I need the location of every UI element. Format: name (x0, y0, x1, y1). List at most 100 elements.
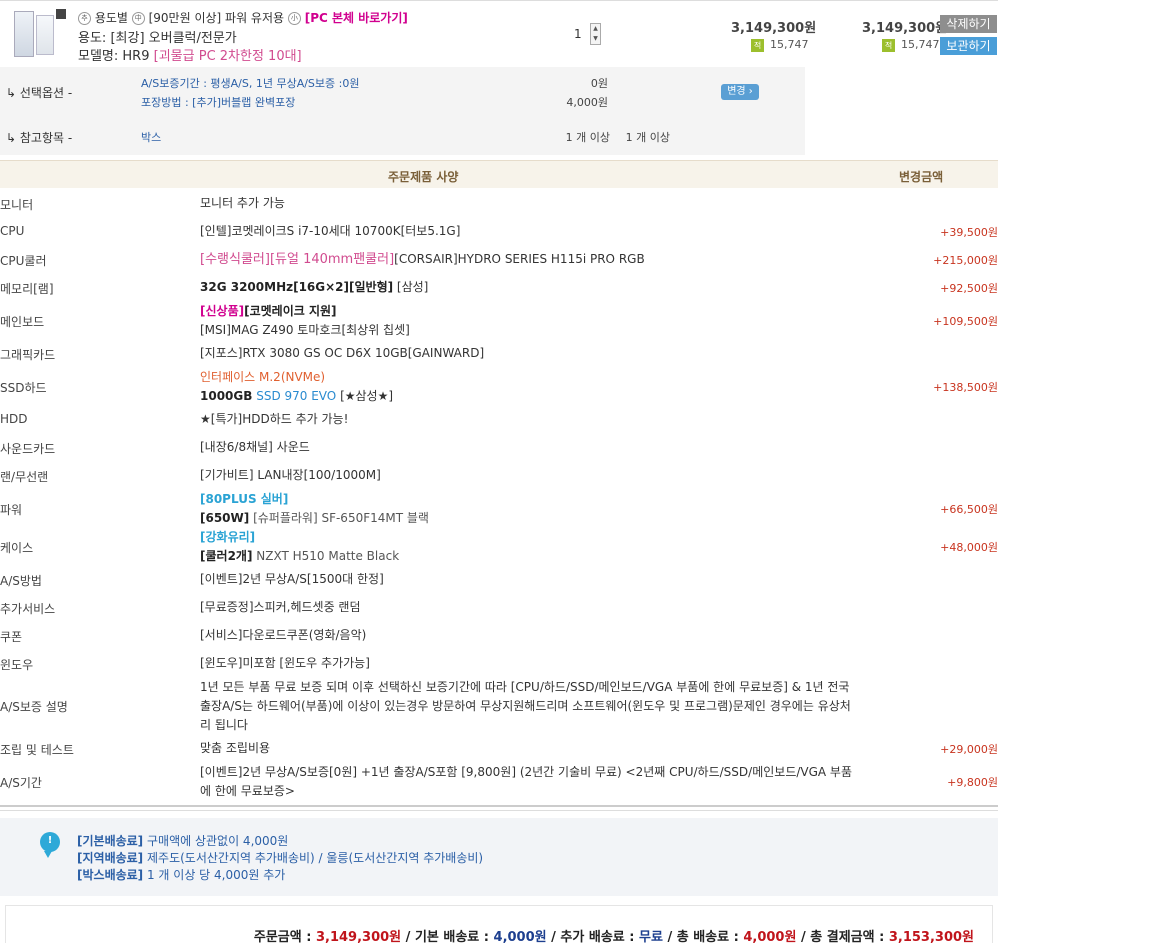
product-thumbnail[interactable] (8, 7, 66, 63)
spec-value-line: [MSI]MAG Z490 토마호크[최상위 칩셋] (200, 321, 860, 340)
spec-value-segment: [수랭식쿨러][듀얼 140mm팬쿨러] (200, 252, 395, 267)
spec-row: 조립 및 테스트 맞춤 조립비용 +29,000원 (0, 739, 998, 759)
option-as-warranty: A/S보증기간 : 평생A/S, 1년 무상A/S보증 :0원 (141, 77, 360, 90)
spec-value-segment: [이벤트]2년 무상A/S[1500대 한정] (200, 572, 384, 586)
spec-value: 인터페이스 M.2(NVMe) 1000GB SSD 970 EVO [★삼성★] (200, 368, 860, 406)
spec-value-segment: [강화유리] (200, 530, 256, 544)
spec-value: [이벤트]2년 무상A/S[1500대 한정] (200, 570, 860, 589)
spec-row: A/S보증 설명 1년 모든 부품 무료 보증 되며 이후 선택하신 보증기간에 … (0, 678, 998, 734)
spec-value-line: [이벤트]2년 무상A/S보증[0원] +1년 출장A/S포함 [9,800원]… (200, 763, 860, 801)
spec-name: A/S보증 설명 (0, 700, 68, 714)
spec-value-segment: [인텔]코멧레이크S i7-10세대 10700K[터보5.1G] (200, 224, 461, 238)
spec-value-line: [기가비트] LAN내장[100/1000M] (200, 466, 860, 485)
product-usage-line: 용도: [최강] 오버클럭/전문가 (78, 27, 237, 46)
shipping-text: 제주도(도서산간지역 추가배송비) / 울릉(도서산간지역 추가배송비) (143, 851, 484, 865)
spec-row: 추가서비스 [무료증정]스피커,헤드셋중 랜덤 (0, 598, 998, 618)
spec-header-title: 주문제품 사양 (388, 170, 459, 184)
usage-value: [최강] 오버클럭/전문가 (110, 31, 237, 46)
spec-row: 파워 [80PLUS 실버] [650W] [슈퍼플라워] SF-650F14MT … (0, 490, 998, 528)
spec-row: 쿠폰 [서비스]다운로드쿠폰(영화/음악) (0, 626, 998, 646)
product-category-line: 추 용도별 中 [90만원 이상] 파워 유저용 小 [PC 본체 바로가기] (78, 9, 408, 26)
extra-shipping-label: / 추가 배송료 : (546, 930, 640, 943)
stepper-up-icon[interactable]: ▲ (591, 24, 600, 34)
spec-amount: +29,000원 (940, 743, 998, 756)
stepper-down-icon[interactable]: ▼ (591, 34, 600, 44)
spec-value: [지포스]RTX 3080 GS OC D6X 10GB[GAINWARD] (200, 344, 860, 363)
quantity-stepper[interactable]: ▲ ▼ (590, 23, 601, 45)
shipping-tag: [지역배송료] (77, 851, 144, 865)
spec-value-segment: [650W] (200, 511, 250, 525)
spec-row: HDD ★[특가]HDD하드 추가 가능! (0, 410, 998, 430)
spec-value-line: [쿨러2개] NZXT H510 Matte Black (200, 547, 860, 566)
spec-value: [강화유리] [쿨러2개] NZXT H510 Matte Black (200, 528, 860, 566)
spec-value-segment: [무료증정]스피커,헤드셋중 랜덤 (200, 600, 361, 614)
option-packing: 포장방법 : [추가]버블랩 완벽포장 (141, 96, 296, 109)
spec-value-segment: [내장6/8채널] 사운드 (200, 440, 310, 454)
change-option-button[interactable]: 변경 › (721, 84, 759, 100)
spec-value: 32G 3200MHz[16G×2][일반형] [삼성] (200, 278, 860, 297)
spec-name: 랜/무선랜 (0, 470, 49, 484)
spec-value-segment: [신상품] (200, 304, 245, 318)
total-point-value: 15,747 (901, 38, 940, 51)
spec-value: [수랭식쿨러][듀얼 140mm팬쿨러][CORSAIR]HYDRO SERIE… (200, 250, 860, 269)
spec-value-segment: [CORSAIR]HYDRO SERIES H115i PRO RGB (394, 252, 645, 266)
spec-header-amount: 변경금액 (899, 170, 944, 184)
spec-value-line: [내장6/8채널] 사운드 (200, 438, 860, 457)
spec-name: CPU (0, 224, 25, 238)
spec-amount: +48,000원 (940, 541, 998, 554)
spec-value-line: [지포스]RTX 3080 GS OC D6X 10GB[GAINWARD] (200, 344, 860, 363)
unit-price: 3,149,300원 (731, 21, 817, 36)
spec-name: 케이스 (0, 541, 34, 555)
shipping-tag: [기본배송료] (77, 834, 144, 848)
spec-value-line: [무료증정]스피커,헤드셋중 랜덤 (200, 598, 860, 617)
spec-name: 그래픽카드 (0, 348, 56, 362)
shipping-tag: [박스배송료] (77, 868, 144, 882)
spec-name: A/S방법 (0, 574, 42, 588)
spec-amount: +215,000원 (933, 254, 998, 267)
spec-value-line: [서비스]다운로드쿠폰(영화/음악) (200, 626, 860, 645)
spec-value-segment: 인터페이스 M.2(NVMe) (200, 370, 326, 384)
info-speech-icon: ! (40, 832, 60, 858)
base-shipping-value: 4,000원 (493, 930, 547, 943)
spec-value-line: [이벤트]2년 무상A/S[1500대 한정] (200, 570, 860, 589)
quantity-value[interactable]: 1 (574, 27, 582, 41)
spec-value-segment: [기가비트] LAN내장[100/1000M] (200, 468, 381, 482)
extra-shipping-value: 무료 (639, 930, 663, 943)
spec-table-header: 주문제품 사양 변경금액 (0, 160, 998, 188)
spec-value-segment: [80PLUS 실버] (200, 492, 289, 506)
delete-button[interactable]: 삭제하기 (940, 15, 997, 33)
spec-row: SSD하드 인터페이스 M.2(NVMe) 1000GB SSD 970 EVO [… (0, 368, 998, 406)
category-badge-icon: 추 (78, 12, 91, 25)
total-point: 적 15,747 (882, 38, 940, 52)
spec-value: 1년 모든 부품 무료 보증 되며 이후 선택하신 보증기간에 따라 [CPU/… (200, 678, 860, 735)
spec-amount: +92,500원 (940, 282, 998, 295)
spec-name: 윈도우 (0, 658, 34, 672)
spec-name: 추가서비스 (0, 602, 56, 616)
shipping-line-region: [지역배송료] 제주도(도서산간지역 추가배송비) / 울릉(도서산간지역 추가… (77, 849, 483, 866)
spec-value-segment: 모니터 추가 가능 (200, 196, 285, 210)
reference-item-label: ↳ 참고항목 - (6, 131, 73, 145)
keep-button[interactable]: 보관하기 (940, 37, 997, 55)
spec-value-segment: [★삼성★] (336, 389, 394, 403)
order-total-box: 주문금액 : 3,149,300원 / 기본 배송료 : 4,000원 / 추가… (5, 905, 993, 943)
spec-value-segment: [MSI]MAG Z490 토마호크[최상위 칩셋] (200, 323, 410, 337)
spec-value: [80PLUS 실버] [650W] [슈퍼플라워] SF-650F14MT 블랙 (200, 490, 860, 528)
spec-value-line: [650W] [슈퍼플라워] SF-650F14MT 블랙 (200, 509, 860, 528)
spec-value-segment: [쿨러2개] (200, 549, 253, 563)
spec-amount: +138,500원 (933, 381, 998, 394)
option-packing-price: 4,000원 (566, 96, 608, 109)
spec-name: 파워 (0, 503, 23, 517)
pc-body-link[interactable]: [PC 본체 바로가기] (305, 11, 408, 25)
product-model-line: 모델명: HR9 [괴물급 PC 2차한정 10대] (78, 45, 302, 64)
total-shipping-label: / 총 배송료 : (662, 930, 744, 943)
category-mid-badge-icon: 中 (131, 12, 145, 25)
category-small-badge-icon: 小 (287, 12, 301, 25)
order-total-line: 주문금액 : 3,149,300원 / 기본 배송료 : 4,000원 / 추가… (254, 926, 974, 943)
spec-name: 쿠폰 (0, 630, 23, 644)
spec-value: [무료증정]스피커,헤드셋중 랜덤 (200, 598, 860, 617)
shipping-line-box: [박스배송료] 1 개 이상 당 4,000원 추가 (77, 866, 285, 883)
spec-row: 케이스 [강화유리] [쿨러2개] NZXT H510 Matte Black +48… (0, 528, 998, 566)
spec-value-line: [80PLUS 실버] (200, 490, 860, 509)
spec-value-line: [강화유리] (200, 528, 860, 547)
total-payment-value: 3,153,300원 (888, 930, 974, 943)
